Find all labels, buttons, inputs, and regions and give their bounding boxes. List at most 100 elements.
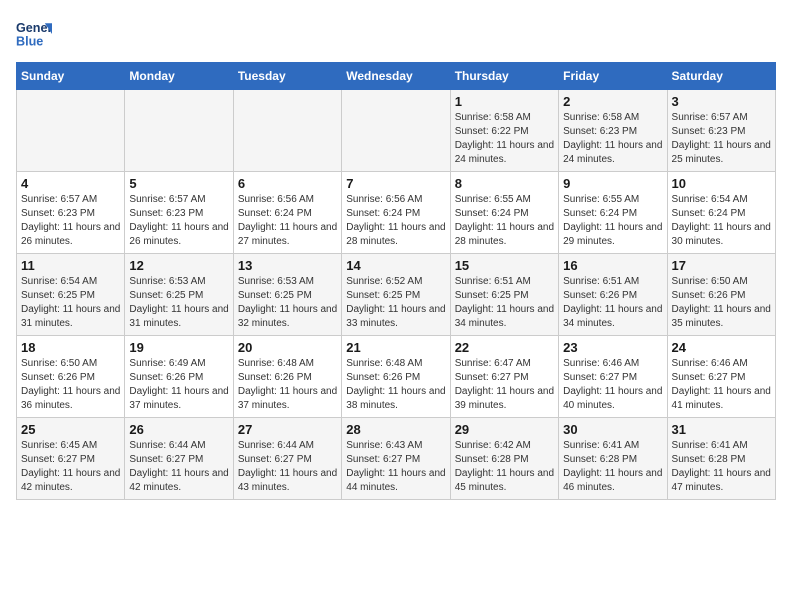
week-row-4: 18 Sunrise: 6:50 AMSunset: 6:26 PMDayligh…	[17, 336, 776, 418]
day-number: 3	[672, 94, 771, 109]
day-info: Sunrise: 6:50 AMSunset: 6:26 PMDaylight:…	[672, 275, 771, 331]
day-cell: 30Sunrise: 6:41 AMSunset: 6:28 PMDayligh…	[559, 418, 667, 500]
day-info: Sunrise: 6:58 AMSunset: 6:22 PMDaylight:…	[455, 111, 554, 167]
day-number: 11	[21, 258, 120, 273]
day-info: Sunrise: 6:55 AMSunset: 6:24 PMDaylight:…	[563, 193, 662, 249]
week-row-1: 1 Sunrise: 6:58 AMSunset: 6:22 PMDaylight…	[17, 90, 776, 172]
day-number: 30	[563, 422, 662, 437]
day-number: 4	[21, 176, 120, 191]
day-info: Sunrise: 6:56 AMSunset: 6:24 PMDaylight:…	[238, 193, 337, 249]
day-cell: 8Sunrise: 6:55 AMSunset: 6:24 PMDaylight…	[450, 172, 558, 254]
day-cell: 2Sunrise: 6:58 AMSunset: 6:23 PMDaylight…	[559, 90, 667, 172]
day-cell: 22 Sunrise: 6:47 AMSunset: 6:27 PMDayligh…	[450, 336, 558, 418]
calendar-header: SundayMondayTuesdayWednesdayThursdayFrid…	[17, 63, 776, 90]
day-cell: 16 Sunrise: 6:51 AMSunset: 6:26 PMDayligh…	[559, 254, 667, 336]
calendar-table: SundayMondayTuesdayWednesdayThursdayFrid…	[16, 62, 776, 500]
day-number: 28	[346, 422, 445, 437]
day-number: 22	[455, 340, 554, 355]
header-cell-thursday: Thursday	[450, 63, 558, 90]
day-cell: 10 Sunrise: 6:54 AMSunset: 6:24 PMDayligh…	[667, 172, 775, 254]
day-info: Sunrise: 6:44 AMSunset: 6:27 PMDaylight:…	[238, 439, 337, 495]
week-row-3: 11 Sunrise: 6:54 AMSunset: 6:25 PMDayligh…	[17, 254, 776, 336]
day-number: 1	[455, 94, 554, 109]
day-info: Sunrise: 6:52 AMSunset: 6:25 PMDaylight:…	[346, 275, 445, 331]
header-row: SundayMondayTuesdayWednesdayThursdayFrid…	[17, 63, 776, 90]
header-cell-sunday: Sunday	[17, 63, 125, 90]
day-info: Sunrise: 6:47 AMSunset: 6:27 PMDaylight:…	[455, 357, 554, 413]
day-cell: 9 Sunrise: 6:55 AMSunset: 6:24 PMDaylight…	[559, 172, 667, 254]
day-number: 7	[346, 176, 445, 191]
day-cell: 31 Sunrise: 6:41 AMSunset: 6:28 PMDayligh…	[667, 418, 775, 500]
day-cell	[125, 90, 233, 172]
day-number: 18	[21, 340, 120, 355]
day-cell: 21 Sunrise: 6:48 AMSunset: 6:26 PMDayligh…	[342, 336, 450, 418]
day-info: Sunrise: 6:44 AMSunset: 6:27 PMDaylight:…	[129, 439, 228, 495]
day-cell: 7 Sunrise: 6:56 AMSunset: 6:24 PMDaylight…	[342, 172, 450, 254]
day-number: 17	[672, 258, 771, 273]
calendar-body: 1 Sunrise: 6:58 AMSunset: 6:22 PMDaylight…	[17, 90, 776, 500]
day-info: Sunrise: 6:54 AMSunset: 6:25 PMDaylight:…	[21, 275, 120, 331]
day-number: 20	[238, 340, 337, 355]
day-cell: 4 Sunrise: 6:57 AMSunset: 6:23 PMDaylight…	[17, 172, 125, 254]
day-number: 2	[563, 94, 662, 109]
day-cell: 20Sunrise: 6:48 AMSunset: 6:26 PMDayligh…	[233, 336, 341, 418]
day-number: 9	[563, 176, 662, 191]
day-cell: 1 Sunrise: 6:58 AMSunset: 6:22 PMDaylight…	[450, 90, 558, 172]
day-cell: 27 Sunrise: 6:44 AMSunset: 6:27 PMDayligh…	[233, 418, 341, 500]
day-cell: 28 Sunrise: 6:43 AMSunset: 6:27 PMDayligh…	[342, 418, 450, 500]
day-number: 21	[346, 340, 445, 355]
day-cell: 23Sunrise: 6:46 AMSunset: 6:27 PMDayligh…	[559, 336, 667, 418]
day-number: 26	[129, 422, 228, 437]
day-cell: 19Sunrise: 6:49 AMSunset: 6:26 PMDayligh…	[125, 336, 233, 418]
day-info: Sunrise: 6:51 AMSunset: 6:25 PMDaylight:…	[455, 275, 554, 331]
day-info: Sunrise: 6:41 AMSunset: 6:28 PMDaylight:…	[672, 439, 771, 495]
day-info: Sunrise: 6:57 AMSunset: 6:23 PMDaylight:…	[21, 193, 120, 249]
day-number: 16	[563, 258, 662, 273]
day-cell: 11 Sunrise: 6:54 AMSunset: 6:25 PMDayligh…	[17, 254, 125, 336]
day-number: 12	[129, 258, 228, 273]
day-info: Sunrise: 6:50 AMSunset: 6:26 PMDaylight:…	[21, 357, 120, 413]
logo-icon: General Blue	[16, 16, 52, 52]
day-number: 14	[346, 258, 445, 273]
day-cell: 14 Sunrise: 6:52 AMSunset: 6:25 PMDayligh…	[342, 254, 450, 336]
page-header: General Blue	[16, 16, 776, 52]
day-cell: 15 Sunrise: 6:51 AMSunset: 6:25 PMDayligh…	[450, 254, 558, 336]
day-cell: 25Sunrise: 6:45 AMSunset: 6:27 PMDayligh…	[17, 418, 125, 500]
day-cell	[233, 90, 341, 172]
day-cell: 26 Sunrise: 6:44 AMSunset: 6:27 PMDayligh…	[125, 418, 233, 500]
day-number: 5	[129, 176, 228, 191]
day-number: 8	[455, 176, 554, 191]
day-info: Sunrise: 6:54 AMSunset: 6:24 PMDaylight:…	[672, 193, 771, 249]
day-cell: 3Sunrise: 6:57 AMSunset: 6:23 PMDaylight…	[667, 90, 775, 172]
day-cell: 17 Sunrise: 6:50 AMSunset: 6:26 PMDayligh…	[667, 254, 775, 336]
day-cell	[17, 90, 125, 172]
day-info: Sunrise: 6:53 AMSunset: 6:25 PMDaylight:…	[129, 275, 228, 331]
header-cell-monday: Monday	[125, 63, 233, 90]
day-cell: 29Sunrise: 6:42 AMSunset: 6:28 PMDayligh…	[450, 418, 558, 500]
day-number: 15	[455, 258, 554, 273]
svg-text:Blue: Blue	[16, 35, 43, 49]
day-info: Sunrise: 6:56 AMSunset: 6:24 PMDaylight:…	[346, 193, 445, 249]
day-cell: 13 Sunrise: 6:53 AMSunset: 6:25 PMDayligh…	[233, 254, 341, 336]
day-number: 6	[238, 176, 337, 191]
day-number: 29	[455, 422, 554, 437]
day-info: Sunrise: 6:57 AMSunset: 6:23 PMDaylight:…	[129, 193, 228, 249]
day-info: Sunrise: 6:46 AMSunset: 6:27 PMDaylight:…	[672, 357, 771, 413]
day-cell: 5 Sunrise: 6:57 AMSunset: 6:23 PMDaylight…	[125, 172, 233, 254]
day-cell: 12 Sunrise: 6:53 AMSunset: 6:25 PMDayligh…	[125, 254, 233, 336]
day-info: Sunrise: 6:51 AMSunset: 6:26 PMDaylight:…	[563, 275, 662, 331]
logo: General Blue	[16, 16, 52, 52]
header-cell-wednesday: Wednesday	[342, 63, 450, 90]
day-info: Sunrise: 6:43 AMSunset: 6:27 PMDaylight:…	[346, 439, 445, 495]
day-number: 27	[238, 422, 337, 437]
day-number: 24	[672, 340, 771, 355]
day-info: Sunrise: 6:53 AMSunset: 6:25 PMDaylight:…	[238, 275, 337, 331]
day-info: Sunrise: 6:49 AMSunset: 6:26 PMDaylight:…	[129, 357, 228, 413]
day-number: 13	[238, 258, 337, 273]
day-info: Sunrise: 6:48 AMSunset: 6:26 PMDaylight:…	[346, 357, 445, 413]
day-number: 10	[672, 176, 771, 191]
week-row-5: 25Sunrise: 6:45 AMSunset: 6:27 PMDayligh…	[17, 418, 776, 500]
day-number: 31	[672, 422, 771, 437]
week-row-2: 4 Sunrise: 6:57 AMSunset: 6:23 PMDaylight…	[17, 172, 776, 254]
day-cell	[342, 90, 450, 172]
